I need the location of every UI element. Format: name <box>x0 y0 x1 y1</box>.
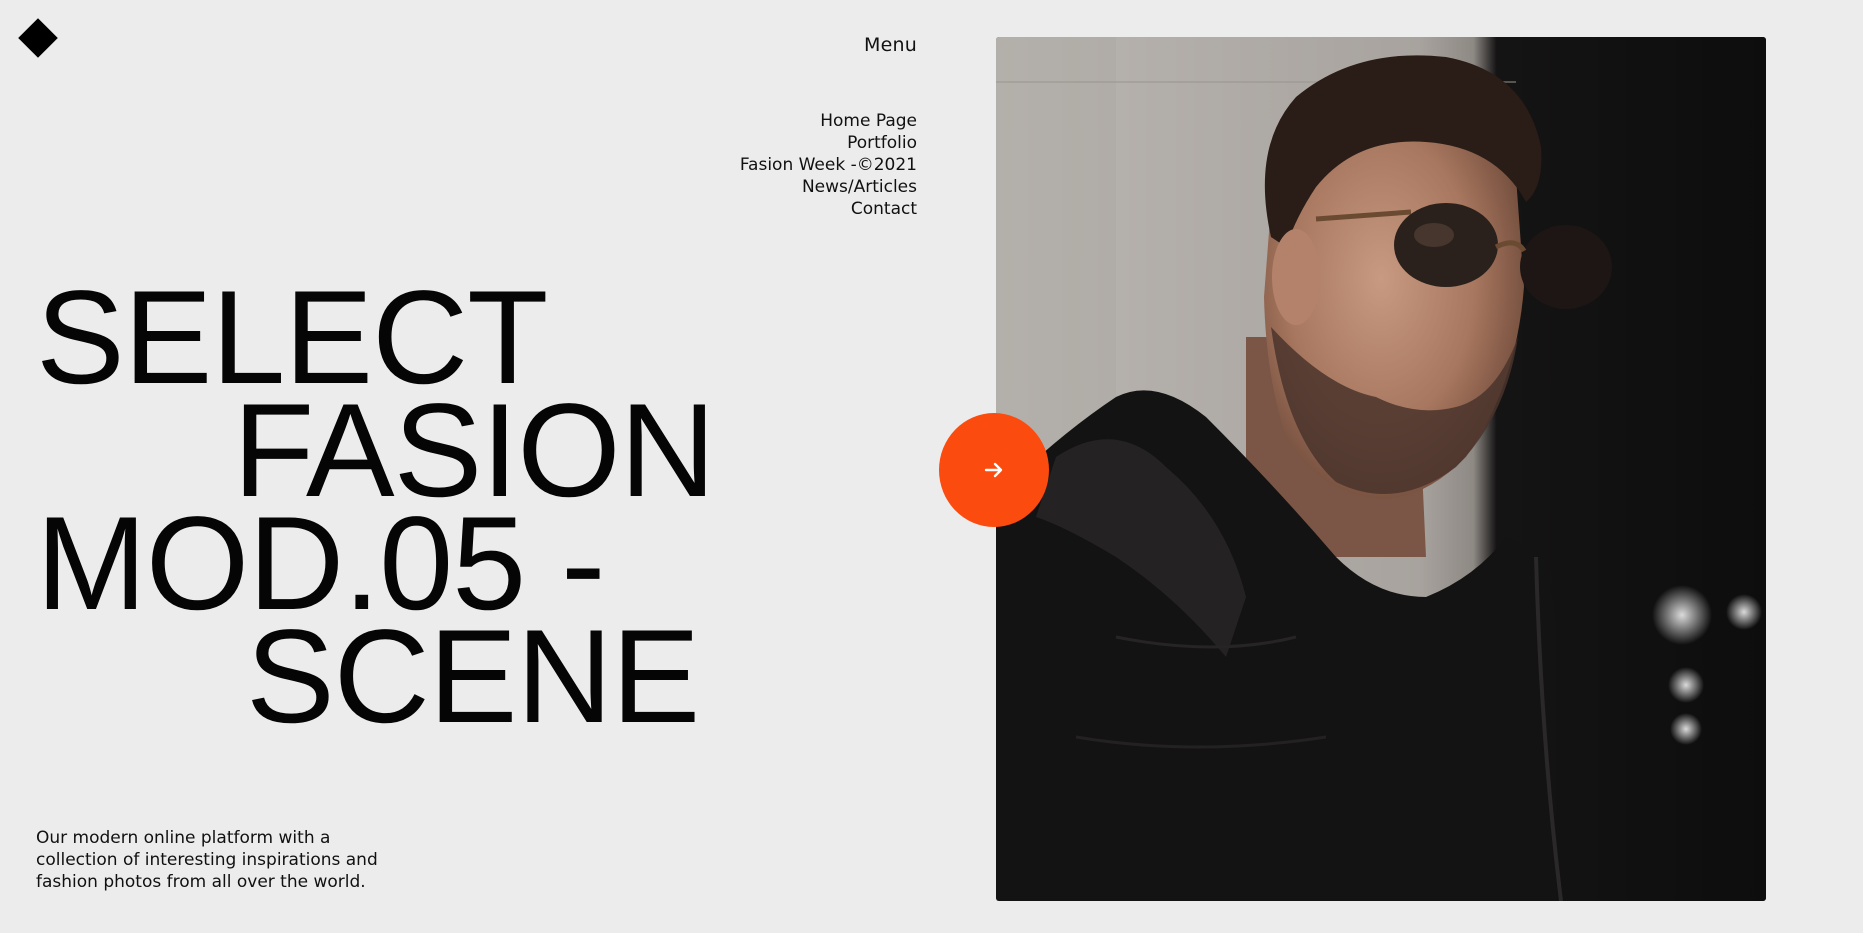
hero-photo <box>996 37 1766 901</box>
nav-item-contact[interactable]: Contact <box>740 198 917 220</box>
page: Menu Home Page Portfolio Fasion Week -©2… <box>0 0 1863 933</box>
nav-item-fashion-week[interactable]: Fasion Week -©2021 <box>740 154 917 176</box>
nav-item-portfolio[interactable]: Portfolio <box>740 132 917 154</box>
nav-item-home[interactable]: Home Page <box>740 110 917 132</box>
arrow-right-icon <box>984 462 1003 478</box>
diamond-logo-icon[interactable] <box>18 18 58 58</box>
menu-button[interactable]: Menu <box>864 34 917 56</box>
next-slide-button[interactable] <box>939 413 1049 527</box>
main-nav: Home Page Portfolio Fasion Week -©2021 N… <box>740 110 917 220</box>
hero-heading: SELECT FASION MOD.05 - SCENE <box>36 272 716 744</box>
tagline: Our modern online platform with a collec… <box>36 828 378 892</box>
nav-item-news[interactable]: News/Articles <box>740 176 917 198</box>
